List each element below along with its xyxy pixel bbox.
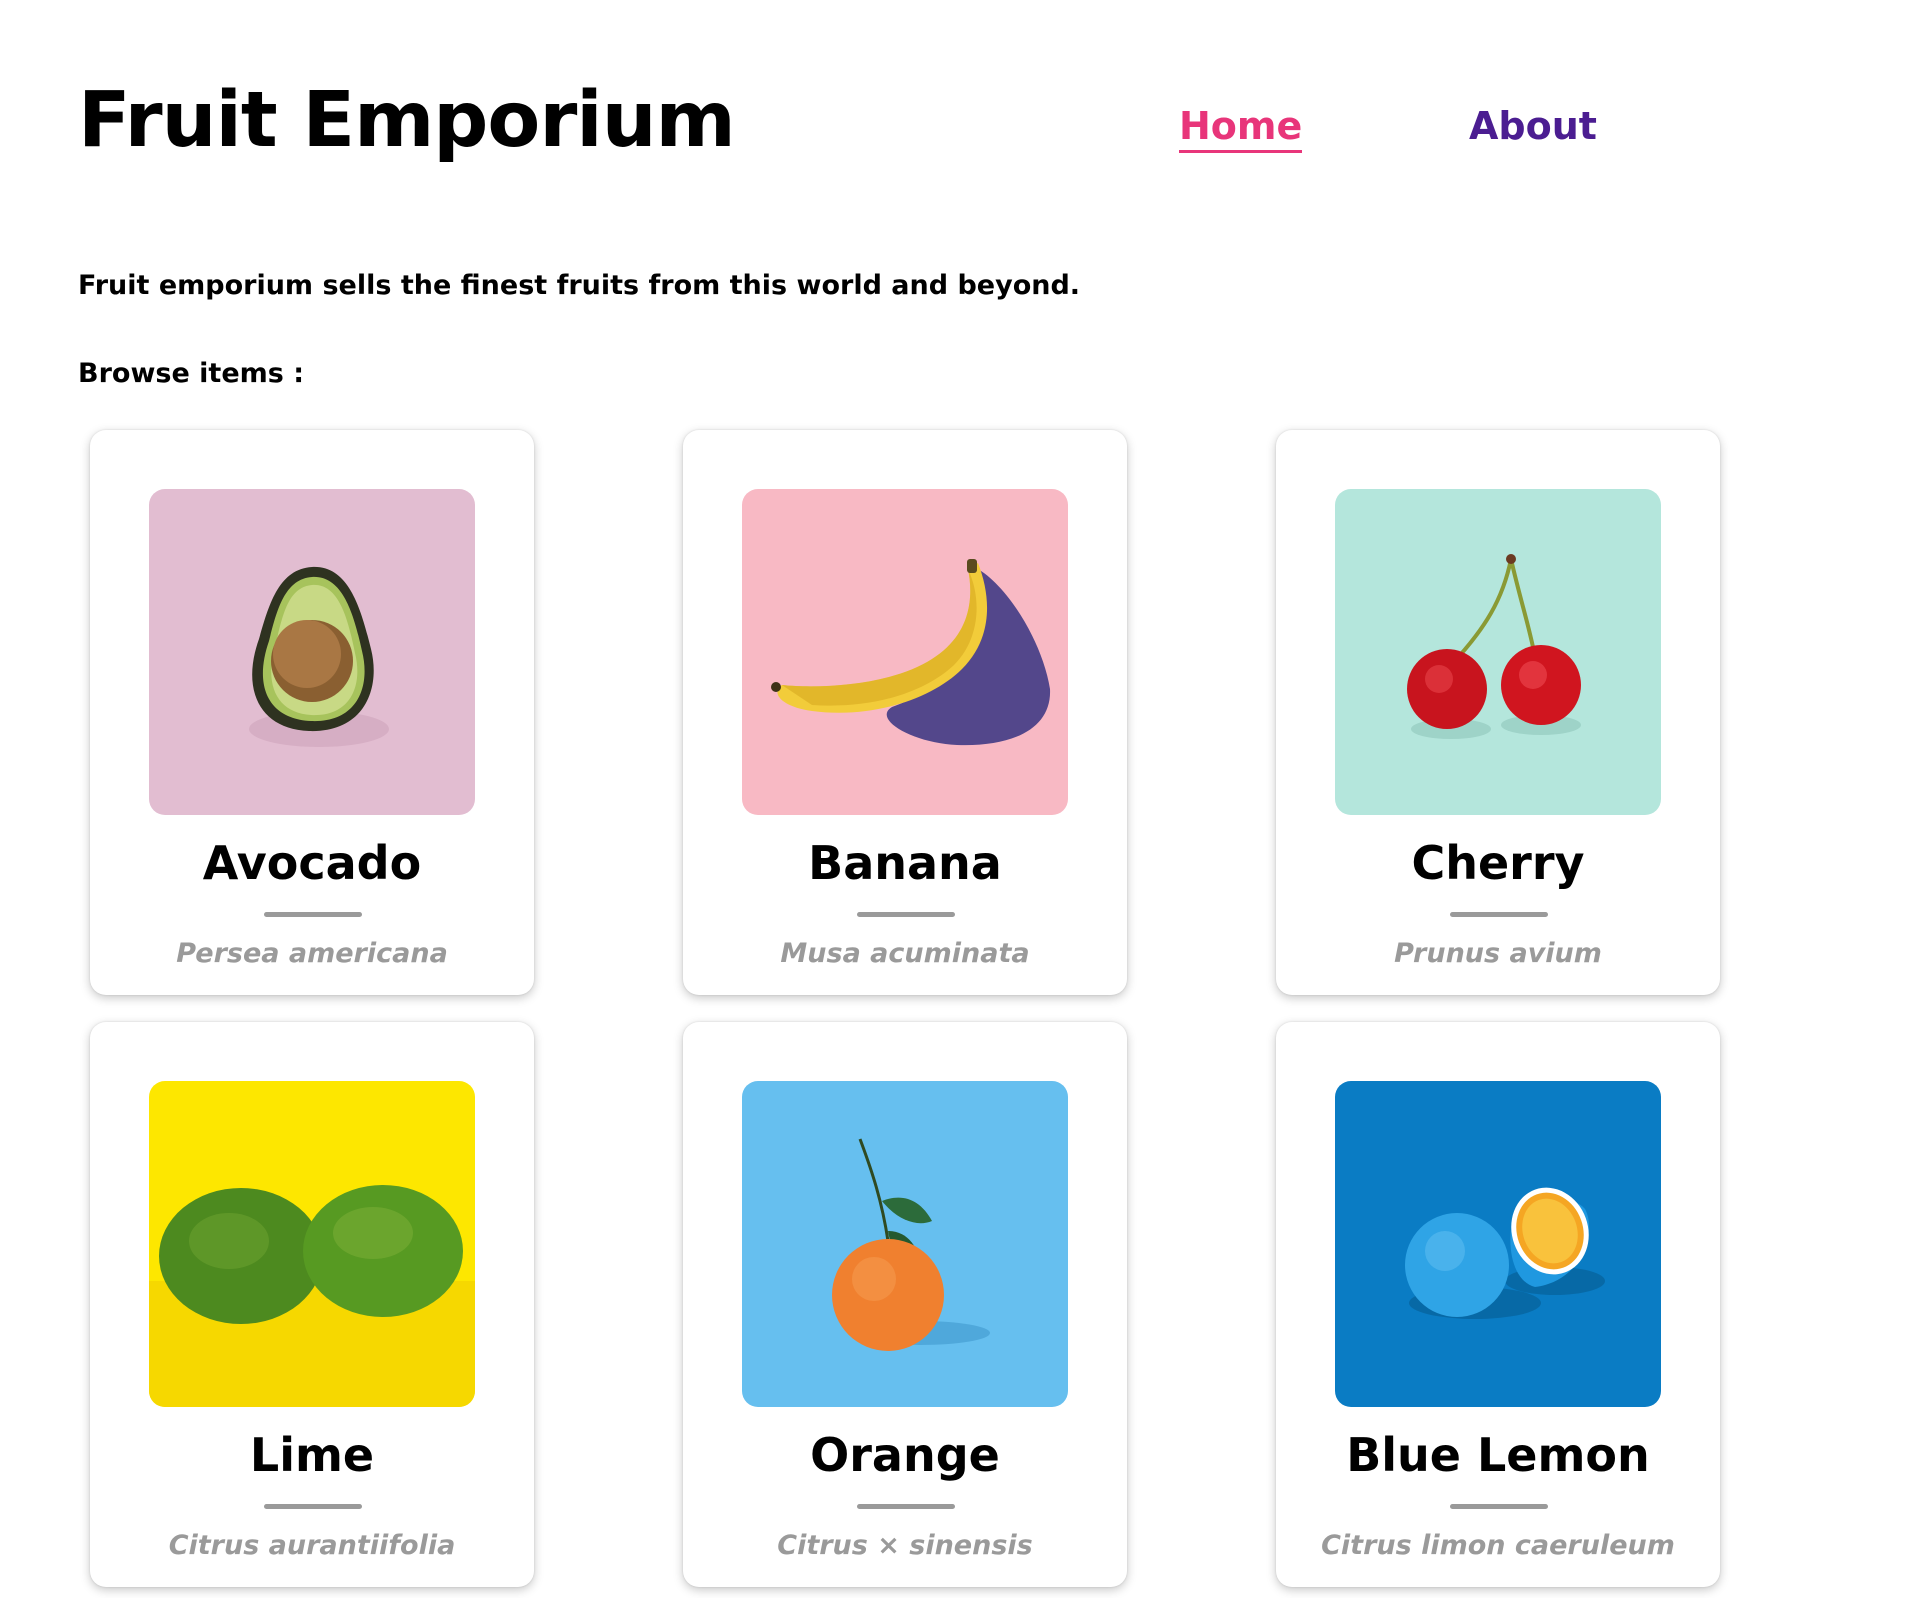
intro-text: Fruit emporium sells the finest fruits f… — [78, 270, 1081, 301]
card-divider — [857, 912, 955, 917]
nav-link-about[interactable]: About — [1469, 104, 1597, 150]
fruit-name: Avocado — [202, 836, 422, 890]
fruit-name: Orange — [810, 1428, 1000, 1482]
card-divider — [1450, 1504, 1548, 1509]
fruit-latin-name: Citrus aurantiifolia — [168, 1530, 456, 1561]
fruit-card-blue-lemon[interactable]: Blue Lemon Citrus limon caeruleum — [1276, 1022, 1720, 1587]
lime-image — [149, 1081, 475, 1407]
nav-link-home[interactable]: Home — [1179, 104, 1303, 153]
fruit-latin-name: Musa acuminata — [780, 938, 1030, 969]
fruit-latin-name: Persea americana — [176, 938, 448, 969]
fruit-latin-name: Prunus avium — [1394, 938, 1602, 969]
browse-label: Browse items : — [78, 358, 305, 389]
blue-lemon-image — [1335, 1081, 1661, 1407]
cherry-image — [1335, 489, 1661, 815]
card-divider — [1450, 912, 1548, 917]
card-divider — [857, 1504, 955, 1509]
fruit-grid: Avocado Persea americana Banana Musa acu… — [90, 430, 1730, 1587]
fruit-card-cherry[interactable]: Cherry Prunus avium — [1276, 430, 1720, 995]
fruit-card-avocado[interactable]: Avocado Persea americana — [90, 430, 534, 995]
fruit-card-lime[interactable]: Lime Citrus aurantiifolia — [90, 1022, 534, 1587]
avocado-image — [149, 489, 475, 815]
card-divider — [264, 1504, 362, 1509]
site-header: Fruit Emporium Home About — [78, 70, 1597, 180]
fruit-card-orange[interactable]: Orange Citrus × sinensis — [683, 1022, 1127, 1587]
orange-image — [742, 1081, 1068, 1407]
card-divider — [264, 912, 362, 917]
site-title: Fruit Emporium — [78, 76, 736, 165]
fruit-latin-name: Citrus × sinensis — [777, 1530, 1033, 1561]
fruit-name: Cherry — [1411, 836, 1585, 890]
fruit-name: Blue Lemon — [1346, 1428, 1650, 1482]
fruit-name: Lime — [249, 1428, 375, 1482]
fruit-card-banana[interactable]: Banana Musa acuminata — [683, 430, 1127, 995]
fruit-name: Banana — [808, 836, 1002, 890]
banana-image — [742, 489, 1068, 815]
main-nav: Home About — [1179, 104, 1599, 164]
fruit-latin-name: Citrus limon caeruleum — [1321, 1530, 1675, 1561]
